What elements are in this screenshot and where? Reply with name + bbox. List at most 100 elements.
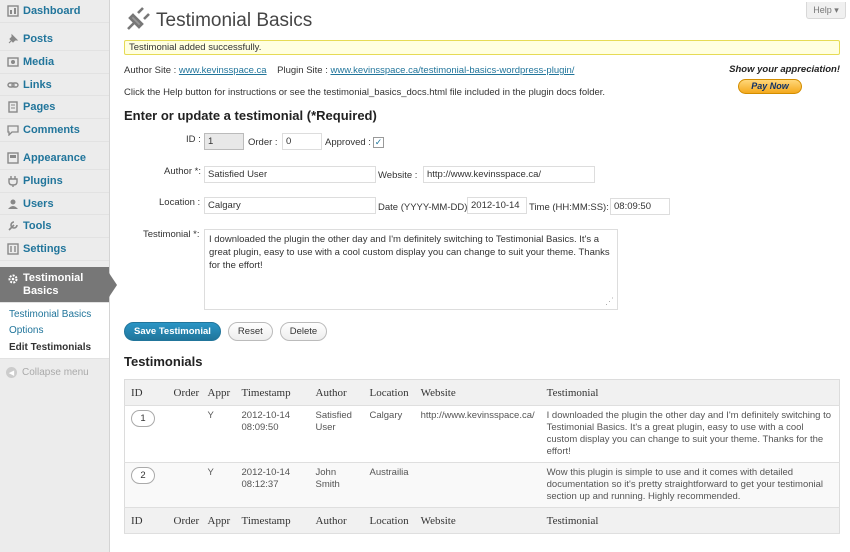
- pages-icon: [6, 100, 20, 114]
- plugins-icon: [6, 174, 20, 188]
- sidebar-item-label: Links: [23, 78, 52, 91]
- sidebar-item-pages[interactable]: Pages: [0, 96, 109, 119]
- sidebar-item-label: Settings: [23, 242, 67, 255]
- cell-timestamp: 2012-10-14 08:09:50: [235, 405, 310, 463]
- col-testimonial: Testimonial: [540, 379, 840, 406]
- page-title: Testimonial Basics: [156, 10, 313, 31]
- appreciation-text: Show your appreciation!: [729, 64, 840, 75]
- col-appr: Appr: [201, 507, 236, 534]
- reset-button[interactable]: Reset: [227, 322, 273, 341]
- sidebar-item-dashboard[interactable]: Dashboard: [0, 0, 109, 23]
- delete-button[interactable]: Delete: [279, 322, 328, 341]
- time-label: Time (HH:MM:SS):: [529, 202, 609, 213]
- testimonial-text: I downloaded the plugin the other day an…: [209, 234, 610, 271]
- sidebar-item-tools[interactable]: Tools: [0, 215, 109, 238]
- comments-icon: [6, 123, 20, 137]
- sidebar-item-label: Posts: [23, 33, 53, 46]
- testimonial-form: ID : 1 Order : 0 Approved : ✓ Author *: …: [124, 123, 840, 323]
- cell-appr: Y: [201, 462, 236, 508]
- sidebar-item-media[interactable]: Media: [0, 51, 109, 74]
- sidebar-item-settings[interactable]: Settings: [0, 238, 109, 261]
- cell-testimonial: I downloaded the plugin the other day an…: [540, 405, 840, 463]
- col-id: ID: [124, 379, 168, 406]
- cell-order: [167, 462, 202, 508]
- author-label: Author *:: [164, 166, 201, 177]
- edit-id-button[interactable]: 1: [131, 410, 155, 427]
- appearance-icon: [6, 151, 20, 165]
- tools-icon: [6, 219, 20, 233]
- sidebar-item-label: Media: [23, 55, 55, 68]
- col-author: Author: [309, 379, 364, 406]
- sidebar-item-label: Testimonial Basics: [23, 271, 84, 297]
- col-timestamp: Timestamp: [235, 507, 310, 534]
- cell-timestamp: 2012-10-14 08:12:37: [235, 462, 310, 508]
- author-site-label: Author Site :: [124, 65, 177, 76]
- success-notice: Testimonial added successfully.: [124, 40, 840, 55]
- col-timestamp: Timestamp: [235, 379, 310, 406]
- collapse-arrow-icon: ◀: [6, 367, 17, 379]
- cell-author: Satisfied User: [309, 405, 364, 463]
- testimonials-table: ID Order Appr Timestamp Author Location …: [124, 379, 840, 534]
- col-author: Author: [309, 507, 364, 534]
- collapse-menu-button[interactable]: ◀ Collapse menu: [0, 359, 109, 386]
- sidebar-submenu: Testimonial Basics Options Edit Testimon…: [0, 302, 109, 360]
- website-field[interactable]: http://www.kevinsspace.ca/: [423, 166, 595, 183]
- sidebar-item-plugins[interactable]: Plugins: [0, 170, 109, 193]
- edit-id-button[interactable]: 2: [131, 467, 155, 484]
- order-field[interactable]: 0: [282, 133, 322, 150]
- cell-website: http://www.kevinsspace.ca/: [414, 405, 541, 463]
- table-footer-row: ID Order Appr Timestamp Author Location …: [124, 507, 840, 534]
- location-label: Location :: [159, 197, 201, 208]
- plugin-info: Author Site : www.kevinsspace.ca Plugin …: [124, 60, 840, 100]
- sidebar-item-users[interactable]: Users: [0, 193, 109, 216]
- help-text: Click the Help button for instructions o…: [124, 87, 606, 98]
- sidebar-item-appearance[interactable]: Appearance: [0, 148, 109, 171]
- plugin-site-link[interactable]: www.kevinsspace.ca/testimonial-basics-wo…: [330, 65, 574, 76]
- time-field[interactable]: 08:09:50: [610, 198, 670, 215]
- submenu-item-testimonial-basics[interactable]: Testimonial Basics: [0, 307, 109, 324]
- col-location: Location: [363, 507, 415, 534]
- resize-handle-icon[interactable]: ⋰: [605, 295, 614, 308]
- sidebar-item-comments[interactable]: Comments: [0, 119, 109, 142]
- site-links: Author Site : www.kevinsspace.ca Plugin …: [124, 65, 574, 76]
- save-testimonial-button[interactable]: Save Testimonial: [124, 322, 221, 341]
- col-appr: Appr: [201, 379, 236, 406]
- sidebar-item-posts[interactable]: Posts: [0, 29, 109, 52]
- author-site-link[interactable]: www.kevinsspace.ca: [179, 65, 267, 76]
- order-label: Order :: [248, 137, 278, 148]
- testimonial-textarea[interactable]: I downloaded the plugin the other day an…: [204, 229, 618, 310]
- sidebar-item-links[interactable]: Links: [0, 74, 109, 97]
- plugin-icon: [124, 6, 150, 36]
- id-label: ID :: [186, 134, 201, 145]
- submenu-item-edit-testimonials[interactable]: Edit Testimonials: [0, 340, 109, 357]
- sidebar-item-testimonial-basics[interactable]: Testimonial Basics: [0, 266, 117, 303]
- cell-testimonial: Wow this plugin is simple to use and it …: [540, 462, 840, 508]
- sidebar-item-label: Dashboard: [23, 4, 81, 17]
- table-row: 2 Y 2012-10-14 08:12:37 John Smith Austrai…: [124, 462, 840, 508]
- form-actions: Save Testimonial Reset Delete: [124, 322, 840, 341]
- submenu-item-options[interactable]: Options: [0, 323, 109, 340]
- id-field: 1: [204, 133, 244, 150]
- sidebar-item-label: Appearance: [23, 152, 86, 165]
- dashboard-icon: [6, 4, 20, 18]
- gear-icon: [6, 272, 20, 286]
- author-field[interactable]: Satisfied User: [204, 166, 376, 183]
- col-location: Location: [363, 379, 415, 406]
- approved-checkbox[interactable]: ✓: [373, 137, 384, 148]
- form-heading: Enter or update a testimonial (*Required…: [124, 108, 377, 123]
- website-label: Website :: [378, 170, 418, 181]
- settings-icon: [6, 242, 20, 256]
- date-label: Date (YYYY-MM-DD):: [378, 202, 471, 213]
- col-website: Website: [414, 507, 541, 534]
- col-order: Order: [167, 507, 202, 534]
- table-row: 1 Y 2012-10-14 08:09:50 Satisfied User Cal…: [124, 405, 840, 463]
- users-icon: [6, 197, 20, 211]
- location-field[interactable]: Calgary: [204, 197, 376, 214]
- cell-location: Austrailia: [363, 462, 415, 508]
- date-field[interactable]: 2012-10-14: [467, 197, 527, 214]
- pay-now-button[interactable]: Pay Now: [738, 79, 802, 94]
- media-icon: [6, 55, 20, 69]
- main-content: Help ▾ Testimonial Basics Testimonial ad…: [124, 0, 846, 534]
- plugin-site-label: Plugin Site :: [277, 65, 328, 76]
- help-button[interactable]: Help ▾: [806, 2, 846, 19]
